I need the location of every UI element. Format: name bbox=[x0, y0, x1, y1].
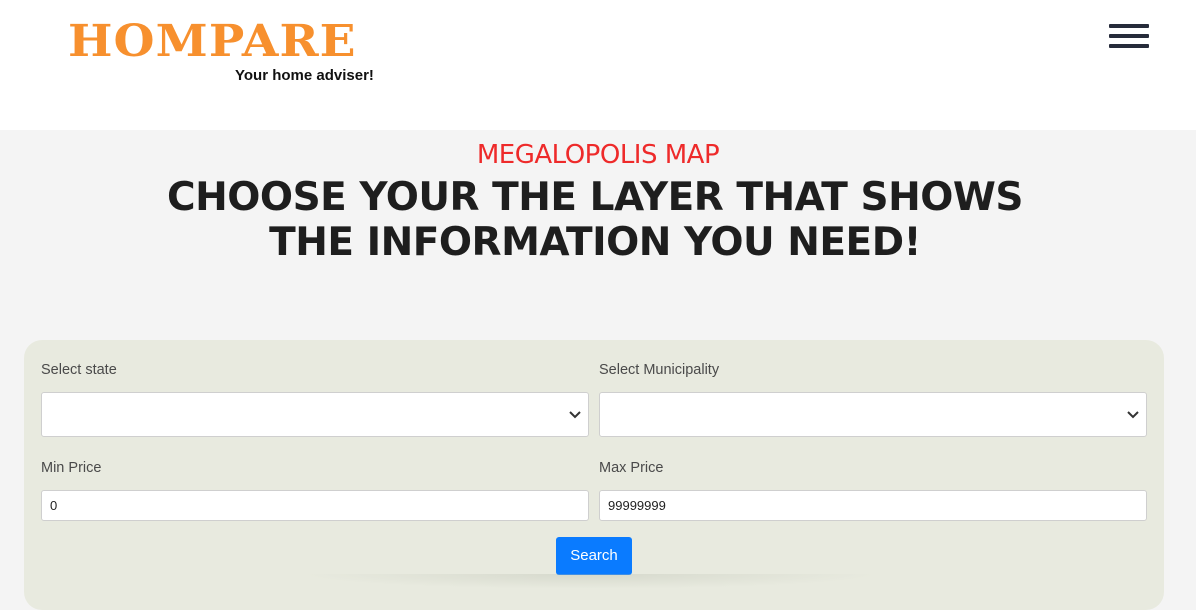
page-headline: CHOOSE YOUR THE LAYER THAT SHOWS THE INF… bbox=[167, 175, 1023, 265]
max-price-label: Max Price bbox=[599, 460, 664, 476]
map-subtitle: MEGALOPOLIS MAP bbox=[476, 140, 720, 170]
hamburger-bar bbox=[1109, 44, 1149, 48]
chevron-down-icon bbox=[569, 411, 581, 419]
site-header: HOMPARE Your home adviser! bbox=[0, 0, 1196, 130]
max-price-input[interactable]: 99999999 bbox=[599, 490, 1147, 521]
state-select[interactable] bbox=[41, 392, 589, 437]
search-button[interactable]: Search bbox=[556, 537, 632, 575]
state-label: Select state bbox=[41, 362, 117, 378]
municipality-label: Select Municipality bbox=[599, 362, 720, 378]
map-preview-shadow bbox=[300, 574, 880, 589]
site-tagline: Your home adviser! bbox=[235, 67, 374, 84]
hamburger-bar bbox=[1109, 24, 1149, 28]
min-price-input[interactable]: 0 bbox=[41, 490, 589, 521]
chevron-down-icon bbox=[1127, 411, 1139, 419]
municipality-select[interactable] bbox=[599, 392, 1147, 437]
site-logo[interactable]: HOMPARE bbox=[68, 18, 357, 66]
hamburger-menu-icon[interactable] bbox=[1108, 22, 1150, 52]
min-price-label: Min Price bbox=[41, 460, 102, 476]
hamburger-bar bbox=[1109, 34, 1149, 38]
